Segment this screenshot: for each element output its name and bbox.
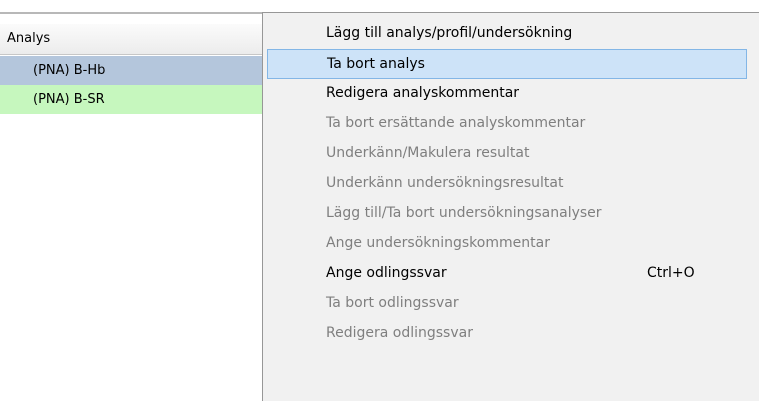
menu-item-label: Underkänn undersökningsresultat [326,175,564,191]
grid-top-divider [0,12,264,14]
menu-item-label: Lägg till/Ta bort undersökningsanalyser [326,205,602,221]
grid-column-header-analys[interactable]: Analys [0,24,264,55]
grid-column-header-label: Analys [7,31,51,46]
menu-item-label: Underkänn/Makulera resultat [326,145,530,161]
menu-item-remove-culture-response[interactable]: Ta bort odlingssvar [267,289,747,319]
menu-item-remove-replacing-comment[interactable]: Ta bort ersättande analyskommentar [267,109,747,139]
menu-item-remove-analysis[interactable]: Ta bort analys [267,49,747,79]
grid-row-b-sr[interactable]: (PNA) B-SR [0,85,264,114]
menu-item-label: Ange odlingssvar [326,265,447,281]
menu-item-add-analysis[interactable]: Lägg till analys/profil/undersökning [267,19,747,49]
screen: Analys (PNA) B-Hb (PNA) B-SR Lägg till a… [0,0,759,401]
grid-row-label: (PNA) B-Hb [33,63,106,78]
menu-item-reject-examination-result[interactable]: Underkänn undersökningsresultat [267,169,747,199]
menu-item-reject-void-result[interactable]: Underkänn/Makulera resultat [267,139,747,169]
analysis-grid: Analys (PNA) B-Hb (PNA) B-SR [0,0,264,401]
menu-item-edit-analysis-comment[interactable]: Redigera analyskommentar [267,79,747,109]
menu-item-set-examination-comment[interactable]: Ange undersökningskommentar [267,229,747,259]
menu-item-label: Redigera odlingssvar [326,325,473,341]
menu-item-edit-culture-response[interactable]: Redigera odlingssvar [267,319,747,349]
menu-item-label: Ta bort odlingssvar [326,295,459,311]
menu-item-label: Ange undersökningskommentar [326,235,550,251]
menu-item-set-culture-response[interactable]: Ange odlingssvar Ctrl+O [267,259,747,289]
menu-item-label: Lägg till analys/profil/undersökning [326,25,573,41]
grid-row-b-hb[interactable]: (PNA) B-Hb [0,56,264,85]
menu-item-label: Ta bort ersättande analyskommentar [326,115,586,131]
menu-item-label: Redigera analyskommentar [326,85,520,101]
menu-item-shortcut: Ctrl+O [647,265,695,281]
context-menu: Lägg till analys/profil/undersökning Ta … [262,12,759,401]
grid-row-label: (PNA) B-SR [33,92,105,107]
menu-item-add-remove-examination-analyses[interactable]: Lägg till/Ta bort undersökningsanalyser [267,199,747,229]
menu-item-label: Ta bort analys [327,56,425,72]
